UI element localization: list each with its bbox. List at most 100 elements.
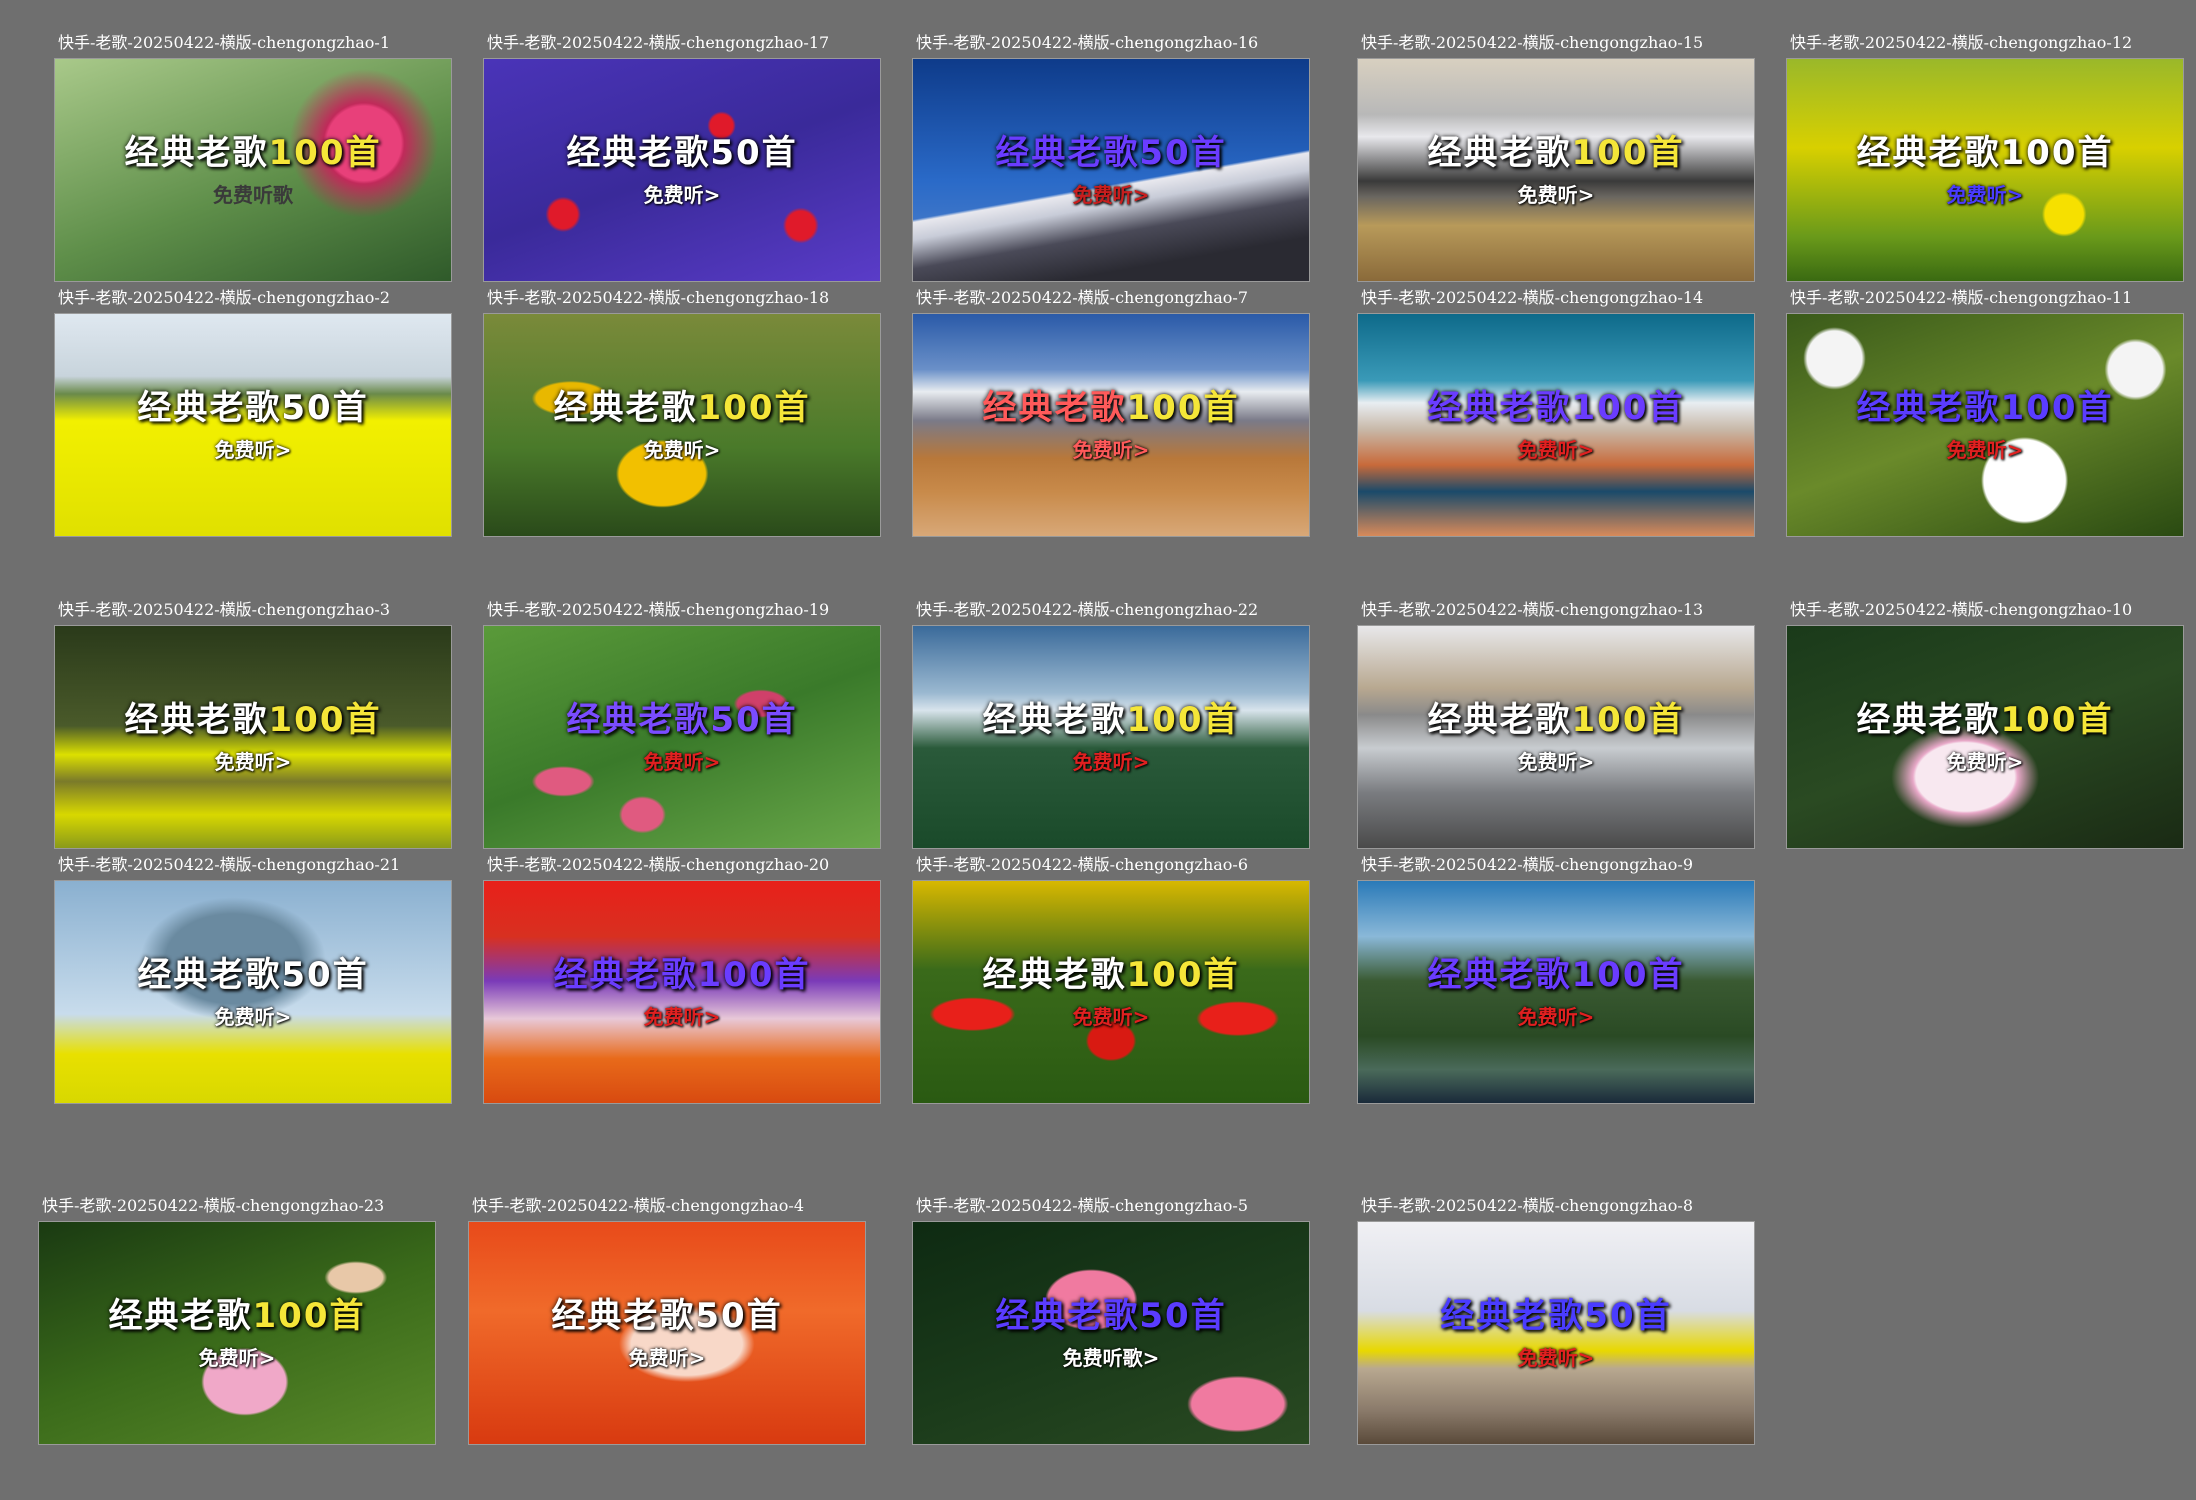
- thumbnail-title: 经典老歌100首: [55, 692, 451, 741]
- thumbnail-subtitle: 免费听>: [1358, 744, 1754, 777]
- thumbnail-subtitle: 免费听>: [1787, 177, 2183, 210]
- title-text: 经典老歌: [1856, 700, 2001, 740]
- title-text: 经典老歌: [137, 388, 282, 428]
- thumbnail-subtitle: 免费听>: [55, 432, 451, 465]
- thumbnail-title: 经典老歌100首: [484, 380, 880, 429]
- thumbnail-card[interactable]: 快手-老歌-20250422-横版-chengongzhao-6 经典老歌100首…: [912, 852, 1310, 1106]
- thumbnail-filename: 快手-老歌-20250422-横版-chengongzhao-15: [1361, 33, 1704, 52]
- title-number: 100首: [1126, 700, 1240, 740]
- title-text: 经典老歌: [551, 1296, 696, 1336]
- subtitle-text: 免费听>: [643, 750, 721, 774]
- thumbnail-card[interactable]: 快手-老歌-20250422-横版-chengongzhao-14 经典老歌100…: [1357, 285, 1755, 539]
- thumbnail-filename: 快手-老歌-20250422-横版-chengongzhao-4: [472, 1196, 805, 1215]
- thumbnail-image[interactable]: 经典老歌100首 免费听>: [912, 625, 1310, 849]
- thumbnail-card[interactable]: 快手-老歌-20250422-横版-chengongzhao-8 经典老歌50首免…: [1357, 1193, 1755, 1447]
- thumbnail-subtitle: 免费听>: [55, 999, 451, 1032]
- title-text: 经典老歌: [1856, 388, 2001, 428]
- thumbnail-card[interactable]: 快手-老歌-20250422-横版-chengongzhao-1 经典老歌100首…: [54, 30, 452, 284]
- thumbnail-image[interactable]: 经典老歌100首 免费听歌: [54, 58, 452, 282]
- thumbnail-image[interactable]: 经典老歌100首 免费听>: [1357, 313, 1755, 537]
- thumbnail-card[interactable]: 快手-老歌-20250422-横版-chengongzhao-9 经典老歌100首…: [1357, 852, 1755, 1106]
- thumbnail-card[interactable]: 快手-老歌-20250422-横版-chengongzhao-23 经典老歌100…: [38, 1193, 436, 1447]
- thumbnail-image[interactable]: 经典老歌50首 免费听歌>: [912, 1221, 1310, 1445]
- thumbnail-card[interactable]: 快手-老歌-20250422-横版-chengongzhao-20 经典老歌100…: [483, 852, 881, 1106]
- thumbnail-card[interactable]: 快手-老歌-20250422-横版-chengongzhao-4 经典老歌50首免…: [468, 1193, 866, 1447]
- thumbnail-title: 经典老歌50首: [55, 947, 451, 996]
- title-text: 经典老歌: [1440, 1296, 1585, 1336]
- subtitle-text: 免费听>: [1517, 750, 1595, 774]
- subtitle-text: 免费听>: [643, 438, 721, 462]
- thumbnail-image[interactable]: 经典老歌50首 免费听>: [468, 1221, 866, 1445]
- title-number: 100首: [268, 133, 382, 173]
- thumbnail-card[interactable]: 快手-老歌-20250422-横版-chengongzhao-19 经典老歌50首…: [483, 597, 881, 851]
- thumbnail-subtitle: 免费听>: [1358, 432, 1754, 465]
- title-number: 100首: [252, 1296, 366, 1336]
- thumbnail-image[interactable]: 经典老歌100首 免费听>: [912, 313, 1310, 537]
- title-text: 经典老歌: [995, 1296, 1140, 1336]
- thumbnail-title: 经典老歌50首: [55, 380, 451, 429]
- thumbnail-card[interactable]: 快手-老歌-20250422-横版-chengongzhao-21 经典老歌50首…: [54, 852, 452, 1106]
- thumbnail-title: 经典老歌100首: [1787, 692, 2183, 741]
- thumbnail-filename: 快手-老歌-20250422-横版-chengongzhao-6: [916, 855, 1249, 874]
- thumbnail-image[interactable]: 经典老歌100首 免费听>: [483, 880, 881, 1104]
- subtitle-text: 免费听>: [214, 438, 292, 462]
- thumbnail-subtitle: 免费听>: [469, 1340, 865, 1373]
- thumbnail-card[interactable]: 快手-老歌-20250422-横版-chengongzhao-2 经典老歌50首免…: [54, 285, 452, 539]
- thumbnail-image[interactable]: 经典老歌100首 免费听>: [38, 1221, 436, 1445]
- thumbnail-image[interactable]: 经典老歌50首 免费听>: [54, 880, 452, 1104]
- thumbnail-image[interactable]: 经典老歌100首 免费听>: [1357, 880, 1755, 1104]
- thumbnail-card[interactable]: 快手-老歌-20250422-横版-chengongzhao-17 经典老歌50首…: [483, 30, 881, 284]
- title-number: 100首: [1571, 700, 1685, 740]
- subtitle-text: 免费听>: [1946, 750, 2024, 774]
- thumbnail-card[interactable]: 快手-老歌-20250422-横版-chengongzhao-22 经典老歌100…: [912, 597, 1310, 851]
- thumbnail-image[interactable]: 经典老歌100首 免费听>: [1357, 58, 1755, 282]
- thumbnail-image[interactable]: 经典老歌100首 免费听>: [912, 880, 1310, 1104]
- thumbnail-card[interactable]: 快手-老歌-20250422-横版-chengongzhao-11 经典老歌100…: [1786, 285, 2184, 539]
- thumbnail-image[interactable]: 经典老歌100首 免费听>: [54, 625, 452, 849]
- thumbnail-title: 经典老歌50首: [484, 125, 880, 174]
- thumbnail-subtitle: 免费听>: [484, 999, 880, 1032]
- thumbnail-image[interactable]: 经典老歌50首 免费听>: [1357, 1221, 1755, 1445]
- thumbnail-card[interactable]: 快手-老歌-20250422-横版-chengongzhao-7 经典老歌100首…: [912, 285, 1310, 539]
- thumbnail-image[interactable]: 经典老歌50首 免费听>: [912, 58, 1310, 282]
- thumbnail-subtitle: 免费听>: [484, 177, 880, 210]
- thumbnail-card[interactable]: 快手-老歌-20250422-横版-chengongzhao-16 经典老歌50首…: [912, 30, 1310, 284]
- thumbnail-image[interactable]: 经典老歌100首免费听>: [1357, 625, 1755, 849]
- thumbnail-card[interactable]: 快手-老歌-20250422-横版-chengongzhao-15 经典老歌100…: [1357, 30, 1755, 284]
- thumbnail-image[interactable]: 经典老歌100首 免费听>: [1786, 313, 2184, 537]
- thumbnail-image[interactable]: 经典老歌100首 免费听>: [1786, 58, 2184, 282]
- thumbnail-image[interactable]: 经典老歌50首 免费听>: [483, 625, 881, 849]
- thumbnail-card[interactable]: 快手-老歌-20250422-横版-chengongzhao-13 经典老歌100…: [1357, 597, 1755, 851]
- title-text: 经典老歌: [566, 700, 711, 740]
- thumbnail-filename: 快手-老歌-20250422-横版-chengongzhao-2: [58, 288, 391, 307]
- title-text: 经典老歌: [1427, 388, 1572, 428]
- thumbnail-card[interactable]: 快手-老歌-20250422-横版-chengongzhao-12 经典老歌100…: [1786, 30, 2184, 284]
- subtitle-text: 免费听>: [1946, 183, 2024, 207]
- thumbnail-title: 经典老歌100首: [1358, 692, 1754, 741]
- title-number: 100首: [1126, 388, 1240, 428]
- title-text: 经典老歌: [1856, 133, 2001, 173]
- thumbnail-filename: 快手-老歌-20250422-横版-chengongzhao-17: [487, 33, 830, 52]
- thumbnail-card[interactable]: 快手-老歌-20250422-横版-chengongzhao-18 经典老歌100…: [483, 285, 881, 539]
- thumbnail-image[interactable]: 经典老歌100首免费听>: [1786, 625, 2184, 849]
- thumbnail-image[interactable]: 经典老歌100首免费听>: [483, 313, 881, 537]
- thumbnail-image[interactable]: 经典老歌50首免费听>: [54, 313, 452, 537]
- thumbnail-card[interactable]: 快手-老歌-20250422-横版-chengongzhao-10 经典老歌100…: [1786, 597, 2184, 851]
- thumbnail-title: 经典老歌50首: [1358, 1288, 1754, 1337]
- thumbnail-card[interactable]: 快手-老歌-20250422-横版-chengongzhao-3 经典老歌100首…: [54, 597, 452, 851]
- title-number: 50首: [710, 133, 798, 173]
- thumbnail-subtitle: 免费听>: [1358, 1340, 1754, 1373]
- thumbnail-subtitle: 免费听>: [913, 432, 1309, 465]
- thumbnail-subtitle: 免费听>: [39, 1340, 435, 1373]
- thumbnail-filename: 快手-老歌-20250422-横版-chengongzhao-18: [487, 288, 830, 307]
- subtitle-text: 免费听>: [1517, 183, 1595, 207]
- title-text: 经典老歌: [982, 955, 1127, 995]
- thumbnail-filename: 快手-老歌-20250422-横版-chengongzhao-3: [58, 600, 391, 619]
- title-text: 经典老歌: [1427, 133, 1572, 173]
- thumbnail-image[interactable]: 经典老歌50首 免费听>: [483, 58, 881, 282]
- subtitle-text: 免费听>: [1072, 1005, 1150, 1029]
- title-number: 100首: [2000, 700, 2114, 740]
- thumbnail-card[interactable]: 快手-老歌-20250422-横版-chengongzhao-5 经典老歌50首免…: [912, 1193, 1310, 1447]
- title-number: 50首: [281, 955, 369, 995]
- thumbnail-filename: 快手-老歌-20250422-横版-chengongzhao-12: [1790, 33, 2133, 52]
